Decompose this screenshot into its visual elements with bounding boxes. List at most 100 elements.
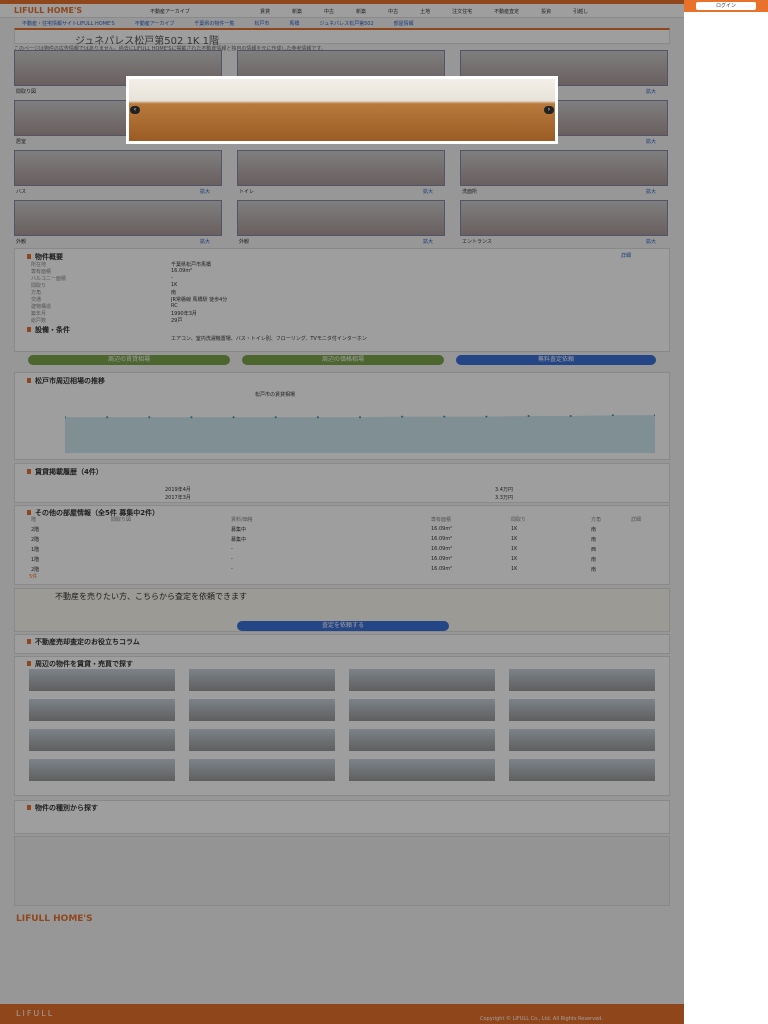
photo-label: 間取り図 [16, 89, 37, 95]
breadcrumb[interactable]: 不動産・住宅情報サイトLIFULL HOME'S 不動産アーカイブ 千葉県の物件一覧… [22, 20, 662, 27]
global-nav[interactable]: 賃貸 新築 中古 新築 中古 土地 注文住宅 不動産査定 投資 引越し [260, 8, 680, 15]
nearby-photo[interactable] [189, 759, 335, 781]
chart-point[interactable] [485, 415, 488, 418]
nearby-photo[interactable] [509, 759, 655, 781]
chart-point[interactable] [232, 416, 235, 419]
nearby-photo[interactable] [29, 699, 175, 721]
photo-enlarge-link[interactable]: 拡大 [200, 238, 210, 245]
photo-label: 外観 [16, 239, 27, 245]
features-text: エアコン、室内洗濯機置場、バス・トイレ別、フローリング、TVモニタ付インターホン [171, 336, 367, 342]
chart-point[interactable] [316, 416, 319, 419]
photo-enlarge-link[interactable]: 拡大 [423, 238, 433, 245]
nav-item[interactable]: 投資 [541, 9, 551, 15]
chart-point[interactable] [611, 414, 614, 417]
sale-market-button[interactable]: 周辺の価格相場 [242, 355, 444, 365]
rooms-column-header: 間取り図 [111, 517, 132, 523]
chart-point[interactable] [148, 416, 151, 419]
nearby-photo[interactable] [509, 669, 655, 691]
photo-thumbnail[interactable] [14, 150, 222, 186]
nearby-photo[interactable] [29, 759, 175, 781]
rooms-cell: 1階 [31, 547, 40, 553]
photo-label: 洗面所 [462, 189, 478, 195]
photo-thumbnail[interactable] [460, 150, 668, 186]
chart-area [65, 415, 655, 453]
breadcrumb-item[interactable]: 松戸市 [254, 21, 269, 27]
photo-thumbnail[interactable] [237, 200, 445, 236]
photo-enlarge-link[interactable]: 拡大 [646, 138, 656, 145]
overview-value: 千葉県松戸市馬橋 [171, 262, 212, 268]
overview-more-link[interactable]: 詳細 [621, 252, 631, 259]
overview-label: 方角 [31, 290, 42, 296]
nearby-section: 周辺の物件を賃貸・売買で探す [14, 656, 670, 796]
nearby-photo[interactable] [189, 669, 335, 691]
chart-point[interactable] [274, 416, 277, 419]
chart-point[interactable] [401, 415, 404, 418]
nearby-photo[interactable] [29, 669, 175, 691]
nearby-photo[interactable] [29, 729, 175, 751]
prev-photo-button[interactable]: ‹ [130, 106, 140, 114]
chart-heading: 松戸市周辺相場の推移 [27, 376, 105, 386]
chart-point[interactable] [106, 416, 109, 419]
breadcrumb-item[interactable]: 不動産アーカイブ [135, 21, 175, 27]
footer-logo[interactable]: LIFULL HOME'S [16, 914, 93, 924]
breadcrumb-item[interactable]: ジュネパレス松戸第502 [319, 21, 373, 27]
overview-value: 南 [171, 290, 177, 296]
rent-market-button[interactable]: 周辺の賃貸相場 [28, 355, 230, 365]
photo-enlarge-link[interactable]: 拡大 [200, 188, 210, 195]
nav-item[interactable]: 注文住宅 [452, 9, 472, 15]
rooms-cell: - [231, 556, 233, 562]
nearby-photo[interactable] [189, 699, 335, 721]
nearby-photo[interactable] [349, 669, 495, 691]
photo-enlarge-link[interactable]: 拡大 [423, 188, 433, 195]
photo-thumbnail[interactable] [237, 150, 445, 186]
assess-button[interactable]: 無料査定依頼 [456, 355, 656, 365]
photo-lightbox: ‹ › [126, 76, 558, 144]
nav-item[interactable]: 新築 [292, 9, 302, 15]
nav-item[interactable]: 新築 [356, 9, 366, 15]
nearby-photo[interactable] [349, 759, 495, 781]
breadcrumb-item[interactable]: 部屋情報 [394, 21, 414, 27]
nav-item[interactable]: 不動産査定 [494, 9, 519, 15]
overview-label: バルコニー面積 [31, 276, 66, 282]
nav-item[interactable]: 賃貸 [260, 9, 270, 15]
chart-point[interactable] [359, 416, 361, 419]
breadcrumb-item[interactable]: 千葉県の物件一覧 [194, 21, 234, 27]
title-box: ジュネパレス松戸第502 1K 1階 [14, 28, 670, 47]
photo-thumbnail[interactable] [460, 200, 668, 236]
chart-point[interactable] [443, 415, 446, 418]
nearby-photo[interactable] [349, 699, 495, 721]
nav-item[interactable]: 中古 [388, 9, 398, 15]
nearby-photo[interactable] [509, 699, 655, 721]
next-photo-button[interactable]: › [544, 106, 554, 114]
request-assessment-button[interactable]: 査定を依頼する [237, 621, 449, 631]
rooms-cell: 募集中 [231, 527, 247, 533]
rooms-column-header: 階 [31, 517, 37, 523]
nav-item[interactable]: 中古 [324, 9, 334, 15]
chart-point[interactable] [527, 414, 530, 417]
breadcrumb-item[interactable]: 不動産・住宅情報サイトLIFULL HOME'S [22, 21, 115, 27]
photo-enlarge-link[interactable]: 拡大 [646, 88, 656, 95]
nav-item[interactable]: 引越し [573, 9, 588, 15]
rooms-cell: 16.09m² [431, 546, 453, 552]
logo[interactable]: LIFULL HOME'S [14, 6, 82, 15]
photo-thumbnail[interactable] [14, 200, 222, 236]
chart-point[interactable] [569, 414, 572, 417]
sell-heading: 不動産を売りたい方、こちらから査定を依頼できます [55, 592, 247, 601]
rooms-cell: 南 [591, 527, 597, 533]
nearby-photo[interactable] [509, 729, 655, 751]
category-link[interactable]: 不動産アーカイブ [150, 8, 190, 15]
nearby-photo[interactable] [189, 729, 335, 751]
chart-legend: 松戸市の賃貸相場 [255, 392, 296, 398]
rooms-cell: 1K [511, 546, 518, 552]
nearby-heading: 周辺の物件を賃貸・売買で探す [27, 659, 133, 669]
chart [65, 414, 655, 453]
nav-item[interactable]: 土地 [420, 9, 430, 15]
chart-point[interactable] [190, 416, 193, 419]
nearby-photo[interactable] [349, 729, 495, 751]
breadcrumb-item[interactable]: 馬橋 [289, 21, 299, 27]
photo-enlarge-link[interactable]: 拡大 [646, 238, 656, 245]
login-button[interactable]: ログイン [696, 2, 756, 10]
lifull-logo[interactable]: LIFULL [16, 1009, 54, 1018]
rooms-cell: - [231, 546, 233, 552]
photo-enlarge-link[interactable]: 拡大 [646, 188, 656, 195]
